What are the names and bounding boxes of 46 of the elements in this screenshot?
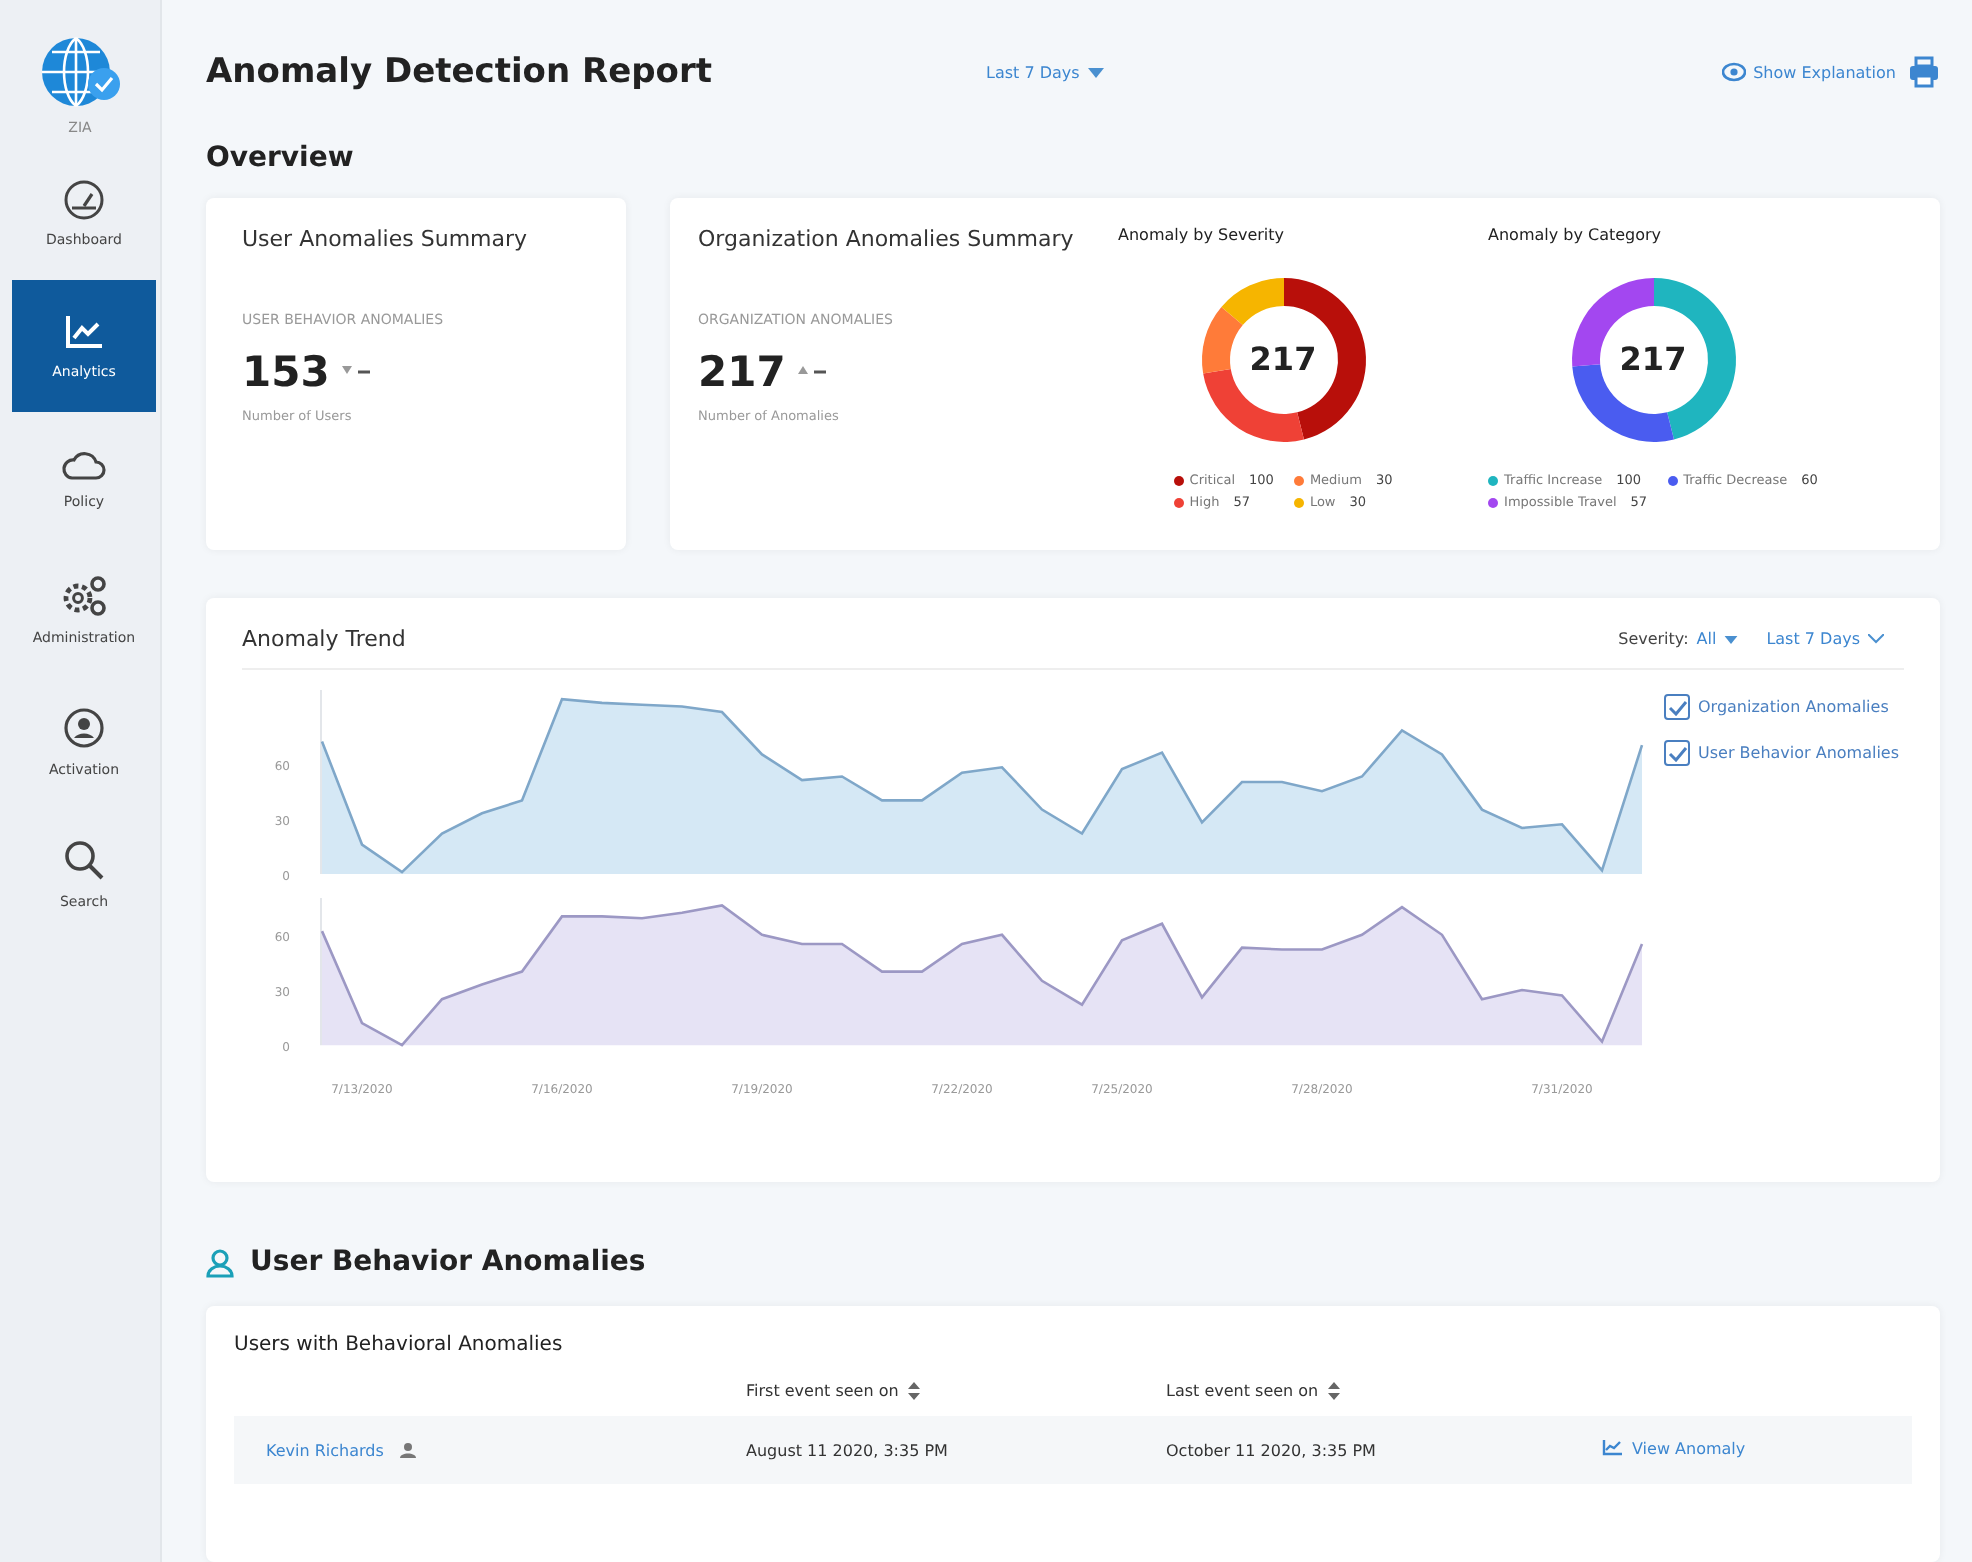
user-icon — [399, 1442, 416, 1458]
cloud-icon — [60, 446, 108, 482]
card-title: Users with Behavioral Anomalies — [234, 1334, 565, 1356]
card-title: Anomaly Trend — [242, 626, 406, 652]
user-circle-icon — [62, 706, 106, 750]
chart-title: Anomaly by Category — [1488, 226, 1662, 244]
card-title: User Anomalies Summary — [242, 226, 530, 252]
card-title: Organization Anomalies Summary — [698, 226, 1076, 252]
gears-icon — [60, 574, 108, 618]
metric-value: 153 — [242, 348, 330, 396]
view-anomaly-link[interactable]: View Anomaly — [1602, 1439, 1746, 1458]
severity-dropdown[interactable]: All — [1696, 630, 1739, 648]
column-header[interactable]: First event seen on — [746, 1381, 899, 1399]
checkbox[interactable] — [1664, 694, 1690, 720]
eye-icon — [1721, 62, 1746, 82]
table-cell-text: August 11 2020, 3:35 PM — [746, 1441, 950, 1459]
trend-icon — [797, 364, 826, 380]
date-range-dropdown[interactable]: Last 7 Days — [986, 63, 1104, 81]
metric-value: 217 — [698, 348, 786, 396]
user-link[interactable]: Kevin Richards — [266, 1441, 384, 1459]
checkbox[interactable] — [1664, 740, 1690, 766]
caret-icon — [1724, 635, 1739, 643]
chevron-icon — [1868, 634, 1884, 644]
chart-title: Anomaly by Severity — [1118, 226, 1285, 244]
sort-icon[interactable] — [1328, 1381, 1341, 1399]
chart-icon — [62, 312, 106, 352]
section-heading: Overview — [206, 142, 356, 174]
page-title: Anomaly Detection Report — [206, 52, 714, 92]
column-header[interactable]: Last event seen on — [1166, 1381, 1319, 1399]
date-range-dropdown[interactable]: Last 7 Days — [1766, 630, 1884, 648]
trend-icon — [341, 364, 370, 380]
show-explanation-link[interactable]: Show Explanation — [1721, 62, 1896, 82]
chart-icon — [1602, 1440, 1622, 1457]
print-icon[interactable] — [1908, 56, 1940, 88]
user-icon — [206, 1247, 234, 1277]
legend-label: Organization Anomalies — [1698, 698, 1889, 716]
section-heading: User Behavior Anomalies — [250, 1246, 646, 1278]
caret-icon — [1087, 67, 1104, 77]
filter-label: Severity: — [1618, 630, 1689, 648]
gauge-icon — [64, 180, 104, 220]
search-icon — [62, 838, 106, 882]
donut-total: 217 — [1619, 344, 1687, 376]
table-cell-text: October 11 2020, 3:35 PM — [1166, 1441, 1378, 1459]
legend-label: User Behavior Anomalies — [1698, 744, 1900, 762]
donut-total: 217 — [1249, 344, 1317, 376]
sort-icon[interactable] — [908, 1381, 921, 1399]
